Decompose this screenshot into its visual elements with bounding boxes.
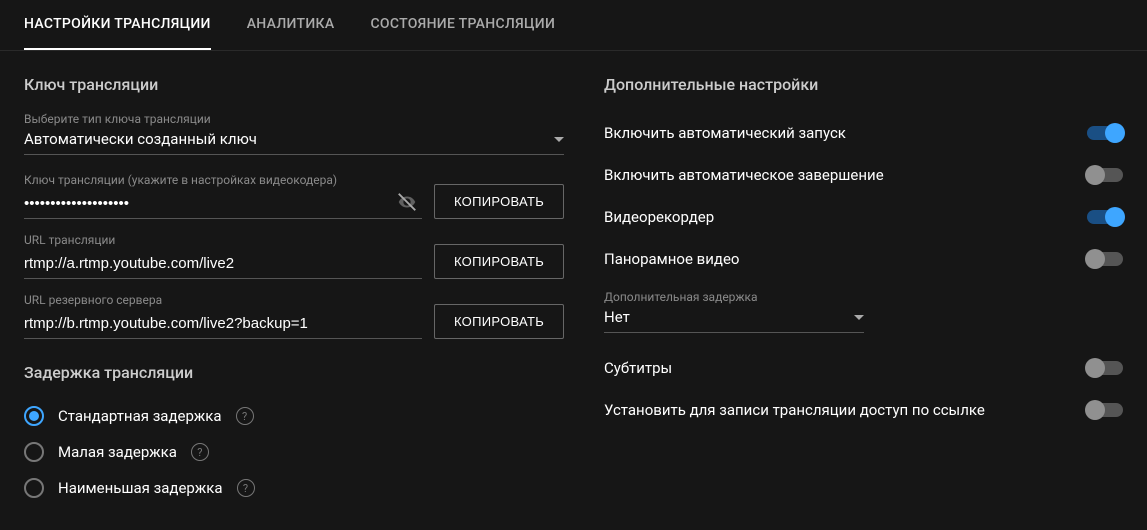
help-icon[interactable]: ? — [191, 443, 209, 461]
pano-label: Панорамное видео — [604, 250, 739, 268]
latency-option-label: Малая задержка — [58, 443, 177, 461]
auto-start-toggle[interactable] — [1087, 126, 1123, 140]
help-icon[interactable]: ? — [237, 479, 255, 497]
captions-toggle[interactable] — [1087, 361, 1123, 375]
key-type-label: Выберите тип ключа трансляции — [24, 112, 564, 126]
backup-url-input[interactable] — [24, 311, 422, 339]
latency-title: Задержка трансляции — [24, 363, 564, 382]
tab-stream-settings[interactable]: НАСТРОЙКИ ТРАНСЛЯЦИИ — [24, 0, 211, 50]
auto-start-label: Включить автоматический запуск — [604, 124, 846, 142]
dvr-toggle[interactable] — [1087, 210, 1123, 224]
auto-stop-toggle[interactable] — [1087, 168, 1123, 182]
extra-delay-select[interactable]: Нет — [604, 308, 864, 333]
stream-key-field-label: Ключ трансляции (укажите в настройках ви… — [24, 173, 422, 187]
radio-icon — [24, 442, 44, 462]
copy-stream-key-button[interactable]: КОПИРОВАТЬ — [434, 184, 564, 219]
extra-delay-value: Нет — [604, 308, 630, 326]
latency-option-normal[interactable]: Стандартная задержка ? — [24, 398, 564, 434]
stream-key-title: Ключ трансляции — [24, 75, 564, 94]
tabs-bar: НАСТРОЙКИ ТРАНСЛЯЦИИ АНАЛИТИКА СОСТОЯНИЕ… — [0, 0, 1147, 51]
help-icon[interactable]: ? — [236, 407, 254, 425]
chevron-down-icon — [554, 137, 564, 142]
captions-label: Субтитры — [604, 359, 672, 377]
extra-delay-label: Дополнительная задержка — [604, 290, 864, 304]
stream-url-label: URL трансляции — [24, 233, 422, 247]
tab-analytics[interactable]: АНАЛИТИКА — [247, 0, 335, 50]
latency-option-low[interactable]: Малая задержка ? — [24, 434, 564, 470]
chevron-down-icon — [854, 315, 864, 320]
key-type-value: Автоматически созданный ключ — [24, 130, 257, 148]
key-type-select[interactable]: Автоматически созданный ключ — [24, 130, 564, 155]
pano-toggle[interactable] — [1087, 252, 1123, 266]
latency-option-ultra-low[interactable]: Наименьшая задержка ? — [24, 470, 564, 506]
radio-icon — [24, 406, 44, 426]
stream-url-input[interactable] — [24, 251, 422, 279]
unlisted-label: Установить для записи трансляции доступ … — [604, 401, 985, 419]
unlisted-toggle[interactable] — [1087, 403, 1123, 417]
visibility-off-icon[interactable] — [396, 191, 418, 213]
tab-stream-health[interactable]: СОСТОЯНИЕ ТРАНСЛЯЦИИ — [370, 0, 555, 50]
copy-backup-url-button[interactable]: КОПИРОВАТЬ — [434, 304, 564, 339]
latency-option-label: Наименьшая задержка — [58, 479, 223, 497]
copy-stream-url-button[interactable]: КОПИРОВАТЬ — [434, 244, 564, 279]
stream-key-input[interactable] — [24, 191, 422, 219]
latency-option-label: Стандартная задержка — [58, 407, 222, 425]
backup-url-label: URL резервного сервера — [24, 293, 422, 307]
auto-stop-label: Включить автоматическое завершение — [604, 166, 884, 184]
additional-settings-title: Дополнительные настройки — [604, 75, 1123, 94]
radio-icon — [24, 478, 44, 498]
dvr-label: Видеорекордер — [604, 208, 714, 226]
